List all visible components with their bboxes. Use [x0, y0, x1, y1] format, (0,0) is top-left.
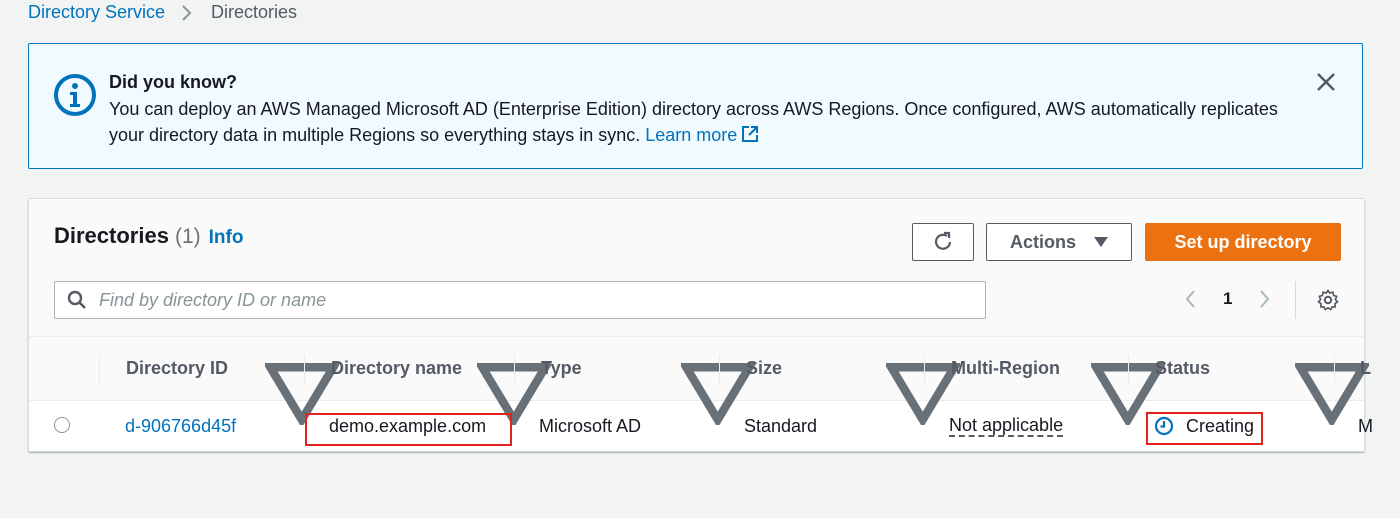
- panel-title-text: Directories: [54, 223, 169, 248]
- info-circle-icon: [54, 74, 96, 116]
- actions-button[interactable]: Actions: [986, 223, 1132, 261]
- panel-title: Directories (1) Info: [54, 223, 243, 249]
- pagination: 1: [1179, 287, 1276, 311]
- search-field[interactable]: [54, 281, 986, 319]
- column-header-type[interactable]: Type: [541, 337, 582, 400]
- column-header-label: Size: [746, 358, 783, 378]
- refresh-button[interactable]: [912, 223, 974, 261]
- column-header-label: Status: [1155, 358, 1211, 378]
- cell-directory-name: demo.example.com: [329, 415, 487, 436]
- row-select-radio[interactable]: [54, 417, 70, 433]
- flash-body-line2: your directory data in multiple Regions …: [109, 125, 641, 145]
- search-input[interactable]: [97, 288, 985, 312]
- column-header-label: Directory ID: [126, 358, 229, 378]
- learn-more-label: Learn more: [645, 125, 738, 145]
- page-number[interactable]: 1: [1223, 289, 1232, 309]
- column-header-label: Type: [541, 358, 582, 378]
- column-divider: [99, 355, 100, 385]
- search-icon: [67, 290, 86, 309]
- refresh-icon: [934, 231, 952, 250]
- column-divider: [304, 355, 305, 385]
- column-header-size[interactable]: Size: [746, 337, 782, 400]
- flash-message: You can deploy an AWS Managed Microsoft …: [109, 96, 1299, 148]
- actions-label: Actions: [1009, 231, 1076, 252]
- info-flashbar: Did you know? You can deploy an AWS Mana…: [28, 43, 1363, 169]
- table-row: d-906766d45f demo.example.com Microsoft …: [29, 401, 1373, 451]
- cell-type: Microsoft AD: [539, 415, 642, 436]
- breadcrumb: Directory Service Directories: [28, 2, 297, 23]
- column-header-multi-region[interactable]: Multi-Region: [951, 337, 1060, 400]
- column-header-last[interactable]: L: [1360, 337, 1371, 400]
- set-up-directory-button[interactable]: Set up directory: [1145, 223, 1341, 261]
- cell-last: M: [1358, 415, 1373, 436]
- cell-directory-id: d-906766d45f: [125, 401, 236, 451]
- cell-size: Standard: [744, 415, 818, 436]
- gear-icon[interactable]: [1317, 289, 1339, 311]
- multi-region-value[interactable]: Not applicable: [949, 415, 1064, 437]
- chevron-left-icon[interactable]: [1179, 287, 1203, 311]
- cell-multi-region: Not applicable: [949, 401, 1064, 451]
- status-text: Creating: [1186, 415, 1255, 436]
- column-divider: [1334, 355, 1335, 385]
- breadcrumb-current: Directories: [211, 2, 298, 22]
- cell-status: Creating: [1154, 401, 1254, 451]
- column-header-label: Directory name: [331, 358, 463, 378]
- column-header-directory-name[interactable]: Directory name: [331, 337, 462, 400]
- breadcrumb-directory-service[interactable]: Directory Service: [28, 2, 165, 23]
- chevron-right-icon[interactable]: [1252, 287, 1276, 311]
- directory-id-link[interactable]: d-906766d45f: [125, 416, 236, 437]
- column-divider: [924, 355, 925, 385]
- column-header-directory-id[interactable]: Directory ID: [126, 337, 228, 400]
- table-header: Directory ID Directory name Type Size Mu…: [29, 336, 1371, 425]
- column-divider: [1128, 355, 1129, 385]
- column-header-label: Multi-Region: [951, 358, 1060, 378]
- column-divider: [514, 355, 515, 385]
- caret-down-icon: [1094, 237, 1108, 247]
- info-link[interactable]: Info: [209, 227, 244, 249]
- column-divider: [719, 355, 720, 385]
- panel-header: Directories (1) Info Actions Set up dire…: [29, 199, 1364, 336]
- column-header-status[interactable]: Status: [1155, 337, 1210, 400]
- chevron-right-icon: [181, 4, 193, 22]
- flash-title: Did you know?: [109, 72, 237, 92]
- directories-panel: Directories (1) Info Actions Set up dire…: [28, 198, 1373, 452]
- divider: [1295, 281, 1296, 319]
- external-link-icon: [742, 126, 759, 142]
- panel-count: (1): [174, 225, 201, 248]
- flash-body-line1: You can deploy an AWS Managed Microsoft …: [109, 99, 1278, 119]
- close-icon[interactable]: [1315, 71, 1337, 93]
- column-header-label: L: [1360, 358, 1371, 378]
- learn-more-link[interactable]: Learn more: [645, 125, 759, 145]
- clock-icon: [1154, 416, 1174, 436]
